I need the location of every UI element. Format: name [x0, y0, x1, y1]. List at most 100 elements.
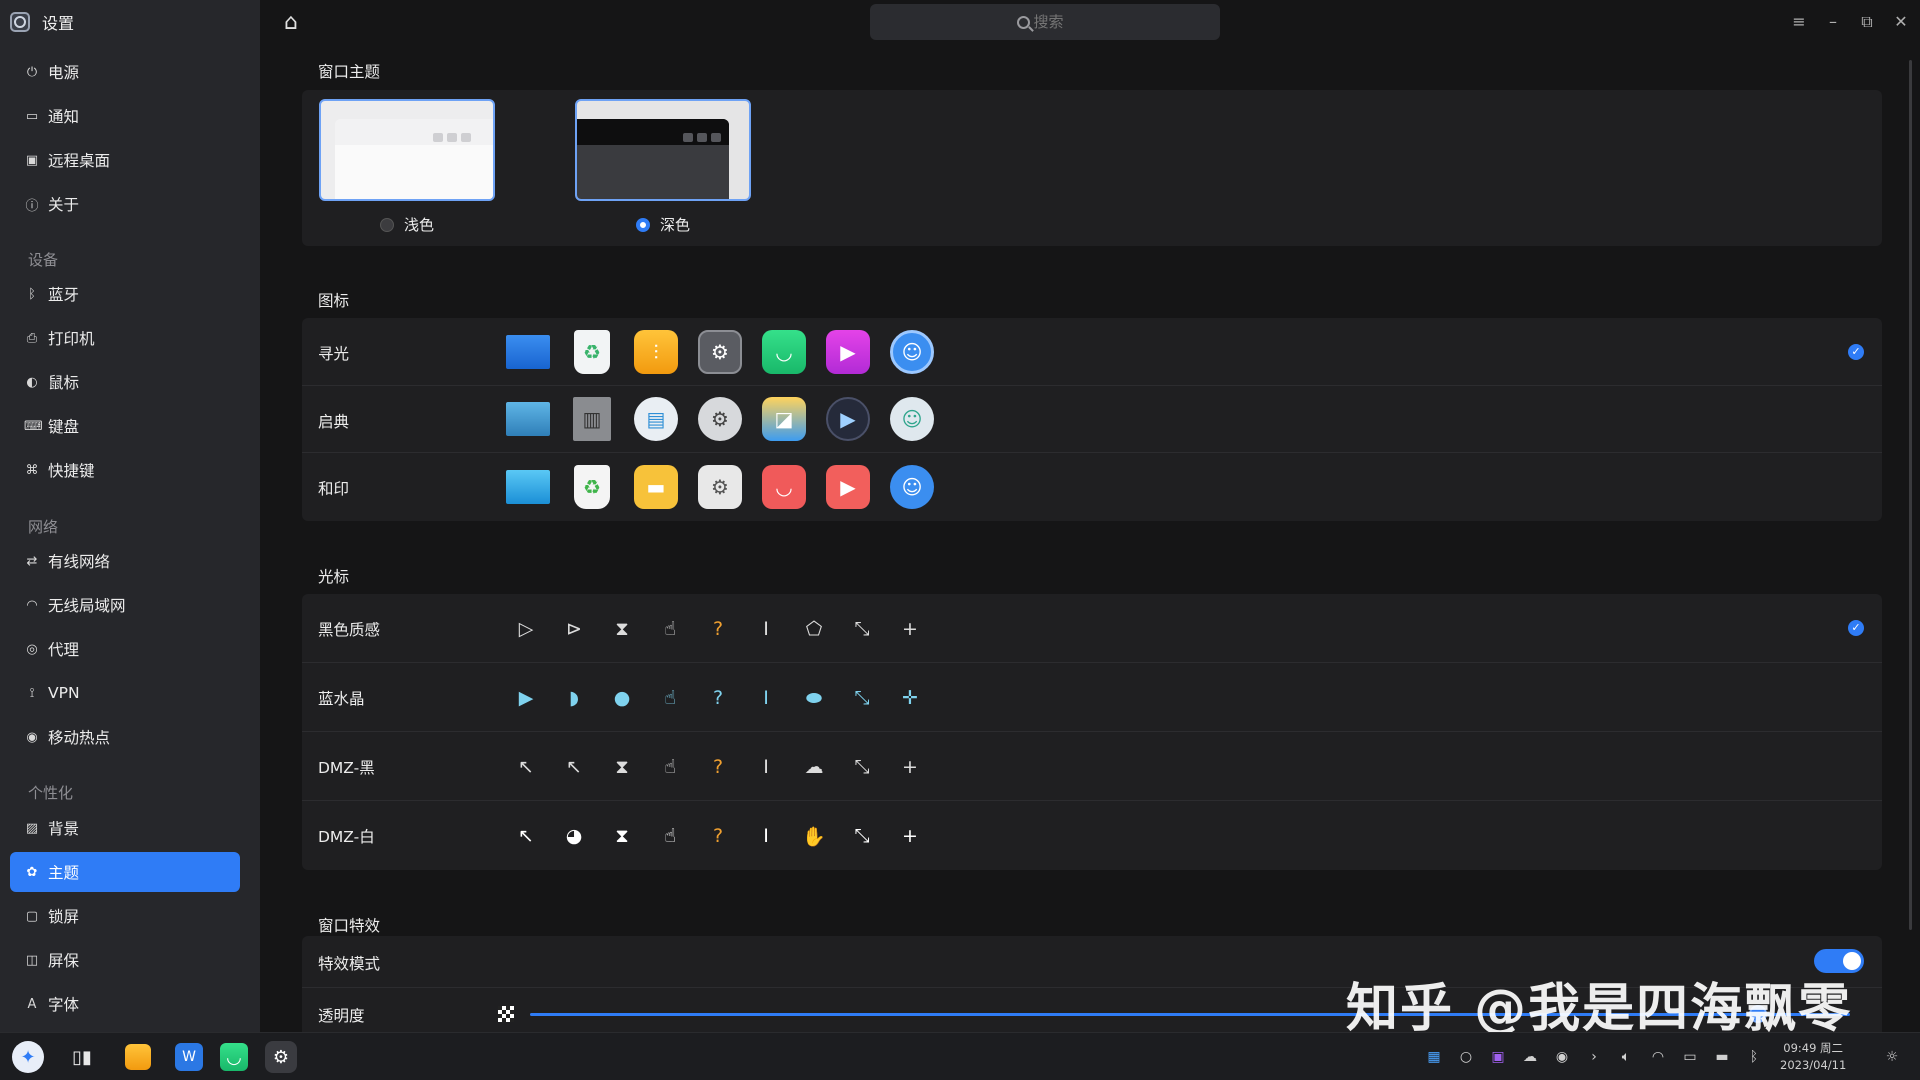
selected-check-icon: ✓: [1848, 620, 1864, 636]
bluetooth-icon[interactable]: ᛒ: [1744, 1047, 1764, 1067]
sidebar-item-keyboard[interactable]: ⌨ 键盘: [10, 406, 240, 446]
sidebar-item-theme[interactable]: ✿ 主题: [10, 852, 240, 892]
help-cursor-icon: ?: [712, 687, 724, 709]
search-input[interactable]: [1033, 13, 1074, 31]
start-menu-icon[interactable]: ✦: [12, 1041, 44, 1073]
search-icon[interactable]: ○: [1456, 1047, 1476, 1067]
resize-cursor-icon: ⤡: [854, 618, 870, 640]
wifi-icon[interactable]: ◠: [1648, 1047, 1668, 1067]
help-cursor-icon: ?: [712, 756, 724, 778]
sidebar-item-lock-screen[interactable]: ▢ 锁屏: [10, 896, 240, 936]
remote-desktop-icon: ▣: [25, 152, 39, 168]
tray-app-icon[interactable]: ▦: [1424, 1047, 1444, 1067]
software-store-icon: ◡: [762, 465, 806, 509]
cursor-theme-row[interactable]: DMZ-黑 ↖ ↖ ⧗ ☝ ? I ☁ ⤡ +: [302, 732, 1882, 801]
multitask-view-icon[interactable]: ▯▮: [66, 1041, 98, 1073]
icon-theme-row[interactable]: 和印 ♻ ▬ ⚙ ◡ ▶ ☺: [302, 453, 1882, 521]
sidebar-item-wired-network[interactable]: ⇄ 有线网络: [10, 541, 240, 581]
cursor-theme-label: DMZ-黑: [318, 759, 375, 777]
brightness-icon[interactable]: ☼: [1882, 1047, 1902, 1067]
clock-time: 09:49 周二: [1783, 1041, 1844, 1055]
theme-option-dark[interactable]: 深色: [636, 214, 690, 235]
close-icon[interactable]: ✕: [1888, 10, 1914, 34]
sidebar-item-mouse[interactable]: ◐ 鼠标: [10, 362, 240, 402]
working-cursor-icon: ◕: [565, 825, 583, 847]
resize-cursor-icon: ⤡: [854, 756, 870, 778]
sidebar-item-hotspot[interactable]: ◉ 移动热点: [10, 717, 240, 757]
clock-date: 2023/04/11: [1780, 1058, 1847, 1072]
home-icon[interactable]: ⌂: [278, 10, 304, 36]
crosshair-cursor-icon: +: [902, 825, 918, 847]
sidebar-item-notifications[interactable]: ▭ 通知: [10, 96, 240, 136]
sidebar-item-remote-desktop[interactable]: ▣ 远程桌面: [10, 140, 240, 180]
keyboard-icon[interactable]: ▬: [1712, 1047, 1732, 1067]
chevron-right-icon[interactable]: ›: [1584, 1047, 1604, 1067]
cursor-preview-set: ↖ ◕ ⧗ ☝ ? I ✋ ⤡ +: [502, 821, 934, 851]
sidebar-item-bluetooth[interactable]: ᛒ 蓝牙: [10, 274, 240, 314]
theme-option-dark-label: 深色: [660, 216, 691, 234]
sidebar-item-wifi[interactable]: ◠ 无线局域网: [10, 585, 240, 625]
minimize-icon[interactable]: –: [1820, 10, 1846, 34]
radio-light[interactable]: [380, 217, 394, 232]
sidebar-item-about[interactable]: ⓘ 关于: [10, 184, 240, 224]
watermark-text: 知乎 @我是四海飘零: [1346, 979, 1853, 1039]
computer-icon: [506, 402, 550, 436]
file-manager-icon: ⫶: [634, 330, 678, 374]
grab-cursor-icon: ⬬: [805, 687, 823, 709]
sidebar-item-screensaver[interactable]: ◫ 屏保: [10, 940, 240, 980]
sidebar-item-vpn[interactable]: ⟟ VPN: [10, 673, 240, 713]
sidebar-item-shortcuts[interactable]: ⌘ 快捷键: [10, 450, 240, 490]
file-manager-icon[interactable]: [125, 1044, 151, 1070]
sidebar-item-printer[interactable]: ⎙ 打印机: [10, 318, 240, 358]
help-cursor-icon: ?: [712, 618, 724, 640]
clock[interactable]: 09:49 周二 2023/04/11: [1780, 1040, 1846, 1074]
sidebar-item-power[interactable]: ⏻ 电源: [10, 52, 240, 92]
wps-icon[interactable]: W: [175, 1043, 203, 1071]
software-store-icon[interactable]: ◡: [220, 1043, 248, 1071]
restore-icon[interactable]: ⧉: [1854, 10, 1880, 34]
settings-app-icon[interactable]: ⚙: [265, 1041, 297, 1073]
light-preview-dots: [433, 133, 471, 142]
transparency-low-icon: [498, 1006, 514, 1022]
theme-card-dark[interactable]: [575, 99, 751, 201]
app-title-label: 设置: [42, 14, 75, 33]
group-label-personalization: 个性化: [28, 784, 74, 802]
cursor-theme-row[interactable]: 黑色质感 ▷ ⊳ ⧗ ☝ ? I ⬠ ⤡ + ✓: [302, 594, 1882, 663]
tray-notes-icon[interactable]: ▣: [1488, 1047, 1508, 1067]
grab-cursor-icon: ☁: [804, 756, 824, 778]
radio-dark[interactable]: [636, 217, 650, 232]
notification-icon[interactable]: ▭: [1680, 1047, 1700, 1067]
sidebar-item-background[interactable]: ▨ 背景: [10, 808, 240, 848]
pointer-cursor-icon: ▷: [518, 618, 534, 640]
wired-network-icon: ⇄: [26, 553, 38, 569]
cloud-icon[interactable]: ☁: [1520, 1047, 1540, 1067]
icon-theme-row[interactable]: 启典 ▥ ▤ ⚙ ◪ ▶ ☺: [302, 386, 1882, 453]
menu-icon[interactable]: ≡: [1786, 10, 1812, 34]
text-cursor-icon: I: [763, 825, 769, 847]
working-cursor-icon: ⊳: [566, 618, 582, 640]
text-cursor-icon: I: [763, 687, 769, 709]
settings-icon: ⚙: [698, 330, 742, 374]
sync-icon[interactable]: ◉: [1552, 1047, 1572, 1067]
cursor-theme-row[interactable]: DMZ-白 ↖ ◕ ⧗ ☝ ? I ✋ ⤡ +: [302, 801, 1882, 870]
hand-cursor-icon: ☝: [664, 687, 676, 709]
cursor-theme-row[interactable]: 蓝水晶 ▶ ◗ ● ☝ ? I ⬬ ⤡ ✛: [302, 663, 1882, 732]
busy-cursor-icon: ●: [613, 687, 631, 709]
section-title-icons: 图标: [318, 292, 350, 310]
theme-option-light[interactable]: 浅色: [380, 214, 434, 235]
section-title-cursor: 光标: [318, 568, 350, 586]
dark-preview-window: [577, 119, 729, 199]
grab-cursor-icon: ⬠: [805, 618, 823, 640]
scrollbar[interactable]: [1909, 60, 1912, 930]
resize-cursor-icon: ⤡: [854, 687, 870, 709]
volume-icon[interactable]: 🔈︎: [1616, 1047, 1636, 1067]
sidebar-item-font[interactable]: A 字体: [10, 984, 240, 1024]
icon-theme-row[interactable]: 寻光 ♻ ⫶ ⚙ ◡ ▶ ☺ ✓: [302, 318, 1882, 386]
sidebar-item-proxy[interactable]: ◎ 代理: [10, 629, 240, 669]
search-box[interactable]: [870, 4, 1220, 40]
theme-card-light[interactable]: [319, 99, 495, 201]
section-title-window-theme: 窗口主题: [318, 63, 381, 81]
crosshair-cursor-icon: +: [902, 618, 918, 640]
image-icon: ▨: [25, 820, 39, 836]
app-title: 设置: [10, 10, 74, 34]
